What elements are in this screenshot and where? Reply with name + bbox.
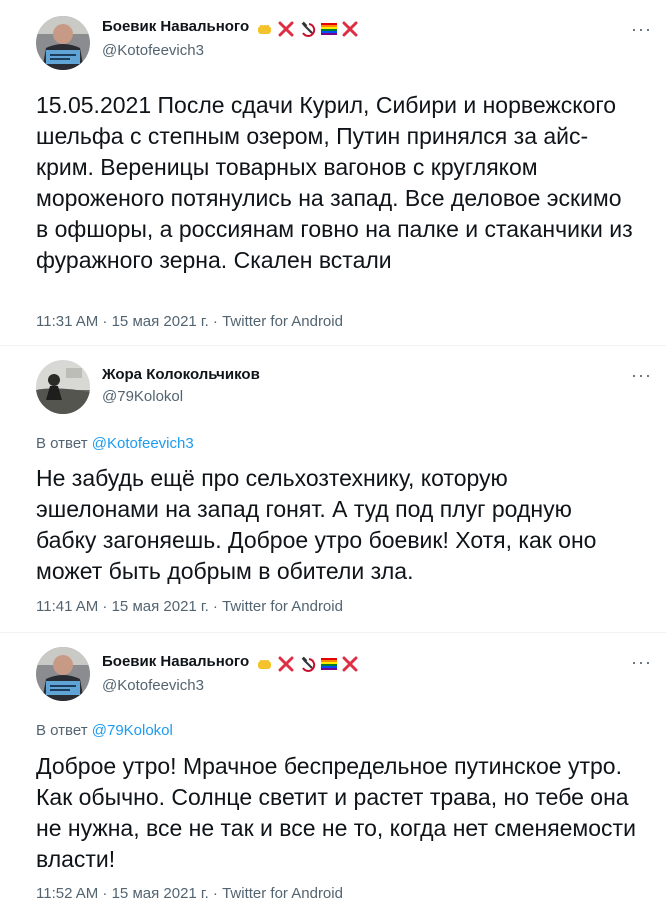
tweet-timestamp[interactable]: 11:31 AM · 15 мая 2021 г. · Twitter for … [36, 313, 343, 330]
author-name-row[interactable]: Боевик Навального [102, 653, 359, 672]
tweet-timestamp[interactable]: 11:41 AM · 15 мая 2021 г. · Twitter for … [36, 598, 343, 615]
author-handle[interactable]: @79Kolokol [102, 388, 183, 405]
author-emojis [257, 20, 359, 37]
cross-mark-emoji [278, 656, 294, 672]
more-options-icon[interactable]: ··· [631, 653, 652, 671]
reply-prefix: В ответ [36, 722, 88, 739]
more-options-icon[interactable]: ··· [631, 366, 652, 384]
fist-emoji [258, 660, 272, 670]
cross-mark-emoji [342, 21, 358, 37]
avatar[interactable] [36, 647, 90, 701]
author-handle[interactable]: @Kotofeevich3 [102, 42, 204, 59]
reply-to-link[interactable]: @Kotofeevich3 [92, 435, 194, 452]
tweet-header: Боевик Навального @Kotofeevich3 ··· [36, 16, 666, 80]
tweet[interactable]: Жора Колокольчиков @79Kolokol ··· В отве… [0, 346, 666, 633]
author-name: Боевик Навального [102, 653, 250, 670]
hammer-sickle-emoji [301, 21, 315, 37]
author-handle[interactable]: @Kotofeevich3 [102, 677, 204, 694]
tweet-header: Боевик Навального @Kotofeevich3 ··· [36, 647, 666, 711]
rainbow-flag-emoji [320, 658, 337, 671]
hammer-sickle-emoji [301, 656, 315, 672]
reply-prefix: В ответ [36, 435, 88, 452]
author-name-row[interactable]: Боевик Навального [102, 18, 359, 37]
author-emojis [257, 655, 359, 672]
reply-to-line: В ответ @79Kolokol [36, 722, 173, 739]
tweet-text: 15.05.2021 После сдачи Курил, Сибири и н… [36, 92, 633, 273]
fist-emoji [258, 25, 272, 35]
rainbow-flag-emoji [320, 23, 337, 36]
reply-to-line: В ответ @Kotofeevich3 [36, 435, 194, 452]
tweet-text: Доброе утро! Мрачное беспредельное путин… [36, 753, 636, 872]
more-options-icon[interactable]: ··· [631, 20, 652, 38]
tweet-header: Жора Колокольчиков @79Kolokol ··· [36, 360, 666, 424]
tweet[interactable]: Боевик Навального @Kotofeevich3 ··· 15.0… [0, 0, 666, 346]
author-name[interactable]: Жора Колокольчиков [102, 366, 260, 383]
avatar[interactable] [36, 360, 90, 414]
avatar[interactable] [36, 16, 90, 70]
cross-mark-emoji [278, 21, 294, 37]
tweet-timestamp[interactable]: 11:52 AM · 15 мая 2021 г. · Twitter for … [36, 885, 343, 902]
author-name: Боевик Навального [102, 18, 250, 35]
cross-mark-emoji [342, 656, 358, 672]
reply-to-link[interactable]: @79Kolokol [92, 722, 173, 739]
tweet[interactable]: Боевик Навального @Kotofeevich3 ··· В от… [0, 633, 666, 915]
tweet-text: Не забудь ещё про сельхозтехнику, котору… [36, 465, 597, 584]
